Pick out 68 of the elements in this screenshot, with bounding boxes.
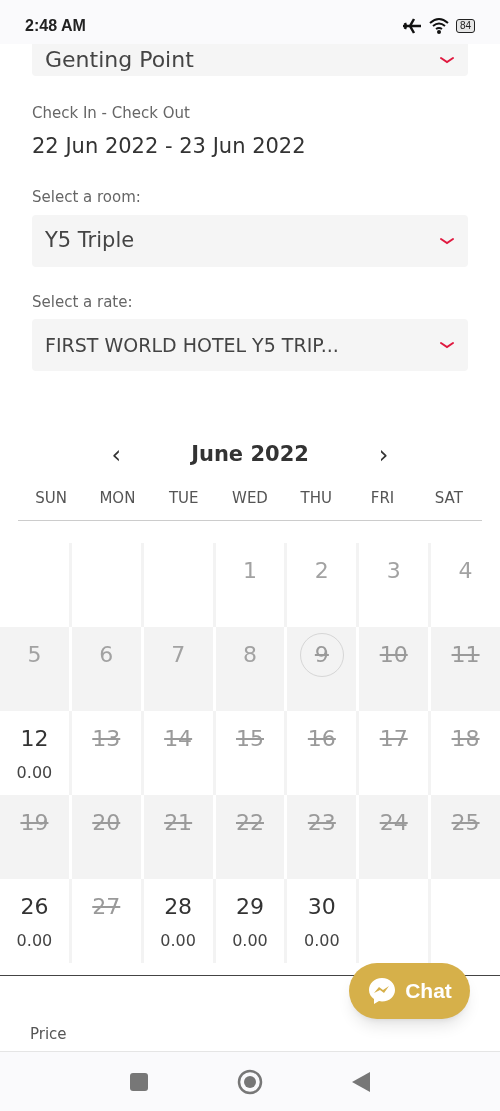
room-select[interactable]: Y5 Triple: [32, 214, 468, 267]
square-icon[interactable]: [129, 1071, 149, 1092]
day-number: 11: [451, 640, 480, 669]
day-number: 7: [171, 640, 186, 669]
chevron-down-icon: [439, 235, 455, 246]
day-number: 2: [314, 556, 329, 585]
day-number: 24: [379, 808, 408, 837]
chevron-down-icon: [439, 340, 455, 350]
battery-indicator: 84: [455, 19, 475, 33]
day-number: 30: [307, 892, 336, 921]
day-price: 0.00: [160, 929, 196, 952]
room-label: Select a room:: [32, 187, 142, 208]
day-number: 29: [236, 892, 264, 921]
price-label: Price: [30, 1025, 68, 1042]
day-number: 23: [307, 808, 336, 837]
day-number: 10: [379, 640, 408, 669]
airplane-icon: [401, 17, 422, 35]
previous-month-button[interactable]: ‹: [101, 437, 132, 473]
day-number: 18: [451, 724, 480, 753]
triangle-icon[interactable]: [351, 1070, 371, 1093]
rate-label: Select a rate:: [32, 291, 134, 313]
day-number: 20: [92, 808, 121, 837]
day-number: 4: [458, 556, 473, 585]
day-number: 14: [164, 724, 193, 753]
day-number: 13: [92, 724, 121, 753]
day-price: 0.00: [232, 929, 268, 952]
day-number: 25: [451, 808, 480, 837]
weekday-header: SAT: [433, 488, 464, 509]
weekday-header: MON: [98, 488, 137, 509]
day-number: 22: [236, 808, 264, 837]
day-number: 15: [236, 724, 264, 753]
rate-select[interactable]: FIRST WORLD HOTEL Y5 TRIP...: [32, 319, 468, 371]
day-price: 0.00: [16, 929, 53, 952]
weekday-header: FRI: [369, 488, 396, 509]
day-number: 8: [243, 640, 257, 669]
day-number: 6: [99, 640, 114, 669]
property-select[interactable]: Genting Point: [32, 44, 468, 76]
day-number: 16: [307, 724, 336, 753]
month-title: June 2022: [191, 441, 309, 469]
weekday-header: SUN: [34, 488, 68, 509]
day-number: 27: [92, 892, 121, 921]
dates-label: Check In - Check Out: [32, 103, 191, 124]
day-number: 26: [20, 892, 49, 921]
wifi-icon: [427, 17, 450, 35]
weekday-header: THU: [299, 488, 333, 509]
day-number: 28: [164, 892, 193, 921]
day-number: 1: [243, 556, 257, 585]
circle-icon[interactable]: [237, 1068, 263, 1095]
chevron-down-icon: [439, 55, 455, 65]
day-number: 17: [379, 724, 408, 753]
calendar-day-cell[interactable]: 12 0.00: [0, 710, 69, 795]
day-number: 12: [20, 724, 49, 753]
calendar-day-cell[interactable]: 29 0.00: [215, 878, 285, 963]
next-month-button[interactable]: ›: [368, 437, 399, 473]
weekday-header: TUE: [167, 488, 200, 509]
weekday-header: WED: [231, 488, 269, 509]
day-number: 21: [164, 808, 193, 837]
day-number: 5: [27, 640, 42, 669]
day-price: 0.00: [304, 929, 340, 952]
calendar-day-cell[interactable]: 30 0.00: [287, 878, 357, 963]
day-price: 0.00: [16, 761, 53, 784]
status-time: 2:48 AM: [25, 16, 86, 36]
dates-value: 22 Jun 2022 - 23 Jun 2022: [32, 132, 307, 160]
calendar-day-cell[interactable]: 28 0.00: [143, 878, 213, 963]
calendar-day-cell[interactable]: 26 0.00: [0, 878, 69, 963]
messenger-icon: [367, 976, 398, 1006]
day-number: 3: [386, 556, 401, 585]
day-number: 19: [20, 808, 49, 837]
